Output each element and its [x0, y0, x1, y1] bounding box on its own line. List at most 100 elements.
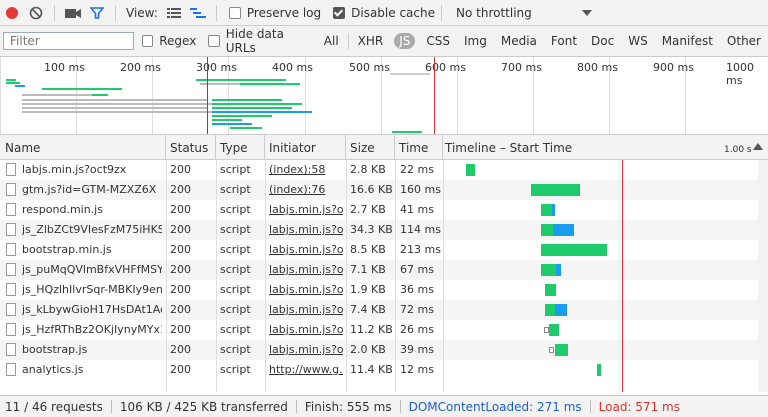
column-name[interactable]: Name — [0, 135, 166, 159]
request-initiator[interactable]: labjs.min.js?o... — [269, 283, 343, 296]
file-icon — [6, 183, 16, 196]
throttling-value: No throttling — [456, 5, 532, 20]
filter-type-xhr[interactable]: XHR — [355, 33, 387, 49]
column-time[interactable]: Time — [395, 135, 443, 159]
filter-type-ws[interactable]: WS — [625, 33, 650, 49]
overview-request-bar — [6, 79, 16, 81]
clear-button[interactable] — [24, 1, 48, 25]
column-timeline[interactable]: Timeline – Start Time 1.00 s — [443, 135, 768, 159]
throttling-select[interactable]: No throttling — [456, 6, 592, 20]
column-name-label: Name — [5, 141, 41, 155]
request-initiator[interactable]: labjs.min.js?o... — [269, 303, 343, 316]
request-type: script — [220, 243, 251, 256]
table-row[interactable]: js_puMqQVlmBfxVHFfMSY... 200 script labj… — [0, 260, 768, 280]
request-initiator[interactable]: labjs.min.js?o... — [269, 343, 343, 356]
request-name: js_ZlbZCt9VIesFzM75iHKSb... — [22, 223, 162, 236]
toolbar-divider — [54, 4, 55, 21]
timeline-wait-bar — [549, 324, 559, 336]
requests-table-header: Name Status Type Initiator Size Time Tim… — [0, 135, 768, 160]
filter-type-font[interactable]: Font — [548, 33, 580, 49]
request-initiator[interactable]: labjs.min.js?o... — [269, 323, 343, 336]
table-row[interactable]: analytics.js 200 script http://www.g... … — [0, 360, 768, 380]
preserve-log-checkbox[interactable] — [228, 6, 241, 19]
request-status: 200 — [170, 303, 191, 316]
timeline-download-bar — [556, 264, 561, 276]
toolbar-divider — [215, 4, 217, 21]
request-status: 200 — [170, 323, 191, 336]
status-divider — [295, 400, 297, 413]
timeline-wait-bar — [541, 224, 553, 236]
filter-type-img[interactable]: Img — [461, 33, 490, 49]
request-time: 213 ms — [400, 243, 441, 256]
table-row[interactable]: gtm.js?id=GTM-MZXZ6X 200 script (index):… — [0, 180, 768, 200]
column-status[interactable]: Status — [166, 135, 216, 159]
table-row[interactable]: js_HQzlhIlvrSqr-MBKIy9enh... 200 script … — [0, 280, 768, 300]
overview-request-bar — [240, 83, 300, 85]
request-type: script — [220, 183, 251, 196]
overview-button[interactable] — [186, 1, 210, 25]
table-row[interactable]: bootstrap.js 200 script labjs.min.js?o..… — [0, 340, 768, 360]
filter-type-doc[interactable]: Doc — [588, 33, 617, 49]
filter-type-other[interactable]: Other — [724, 33, 764, 49]
column-size-label: Size — [350, 141, 375, 155]
large-rows-button[interactable] — [162, 1, 186, 25]
request-initiator[interactable]: http://www.g... — [269, 363, 343, 376]
request-type: script — [220, 363, 251, 376]
camera-icon — [65, 8, 81, 18]
load-time: Load: 571 ms — [598, 399, 680, 414]
table-row[interactable]: js_HzfRThBz2OKjIynyMYx1... 200 script la… — [0, 320, 768, 340]
timeline-wait-bar — [545, 284, 556, 296]
record-button[interactable] — [0, 1, 24, 25]
table-row[interactable]: bootstrap.min.js 200 script labjs.min.js… — [0, 240, 768, 260]
request-initiator[interactable]: (index):58 — [269, 163, 343, 176]
request-status: 200 — [170, 243, 191, 256]
filter-toggle-button[interactable] — [85, 1, 109, 25]
overview-request-bar — [212, 107, 292, 109]
request-type: script — [220, 223, 251, 236]
request-initiator[interactable]: labjs.min.js?o... — [269, 223, 343, 236]
disable-cache-checkbox[interactable] — [333, 6, 346, 19]
filter-type-all[interactable]: All — [321, 33, 342, 49]
request-status: 200 — [170, 183, 191, 196]
column-type[interactable]: Type — [216, 135, 265, 159]
request-initiator[interactable]: labjs.min.js?o... — [269, 243, 343, 256]
column-initiator[interactable]: Initiator — [265, 135, 346, 159]
column-divider — [265, 160, 266, 392]
request-time: 26 ms — [400, 323, 434, 336]
regex-checkbox[interactable] — [141, 35, 154, 47]
filter-type-js[interactable]: JS — [394, 33, 416, 49]
request-size: 16.6 KB — [350, 183, 393, 196]
filter-input[interactable] — [8, 33, 132, 49]
load-marker — [622, 160, 623, 392]
filter-divider — [347, 33, 349, 49]
request-name: js_puMqQVlmBfxVHFfMSY... — [22, 263, 162, 276]
filter-input-box[interactable] — [3, 32, 134, 50]
request-initiator[interactable]: labjs.min.js?o... — [269, 203, 343, 216]
filter-type-manifest[interactable]: Manifest — [659, 33, 716, 49]
file-icon — [6, 363, 16, 376]
filter-icon — [90, 6, 104, 19]
overview-request-bar — [212, 123, 252, 125]
request-type: script — [220, 283, 251, 296]
overview-request-bar — [42, 88, 122, 90]
record-icon — [6, 6, 18, 19]
capture-screenshots-button[interactable] — [61, 1, 85, 25]
table-row[interactable]: js_kLbywGioH17HsDAt1Ao... 200 script lab… — [0, 300, 768, 320]
request-type: script — [220, 323, 251, 336]
hide-data-urls-checkbox[interactable] — [208, 35, 220, 47]
overview-tick-label: 800 ms — [577, 61, 618, 74]
table-row[interactable]: labjs.min.js?oct9zx 200 script (index):5… — [0, 160, 768, 180]
table-scrollbar[interactable] — [758, 160, 768, 392]
timeline-overview[interactable]: 100 ms 200 ms 300 ms 400 ms 500 ms 600 m… — [0, 57, 768, 135]
chevron-down-icon — [582, 9, 592, 16]
request-initiator[interactable]: labjs.min.js?o... — [269, 263, 343, 276]
status-divider — [399, 400, 401, 413]
column-size[interactable]: Size — [346, 135, 395, 159]
filter-type-css[interactable]: CSS — [423, 33, 453, 49]
table-row[interactable]: js_ZlbZCt9VIesFzM75iHKSb... 200 script l… — [0, 220, 768, 240]
table-row[interactable]: respond.min.js 200 script labjs.min.js?o… — [0, 200, 768, 220]
request-name: respond.min.js — [22, 203, 103, 216]
file-icon — [6, 263, 16, 276]
filter-type-media[interactable]: Media — [498, 33, 540, 49]
request-initiator[interactable]: (index):76 — [269, 183, 343, 196]
